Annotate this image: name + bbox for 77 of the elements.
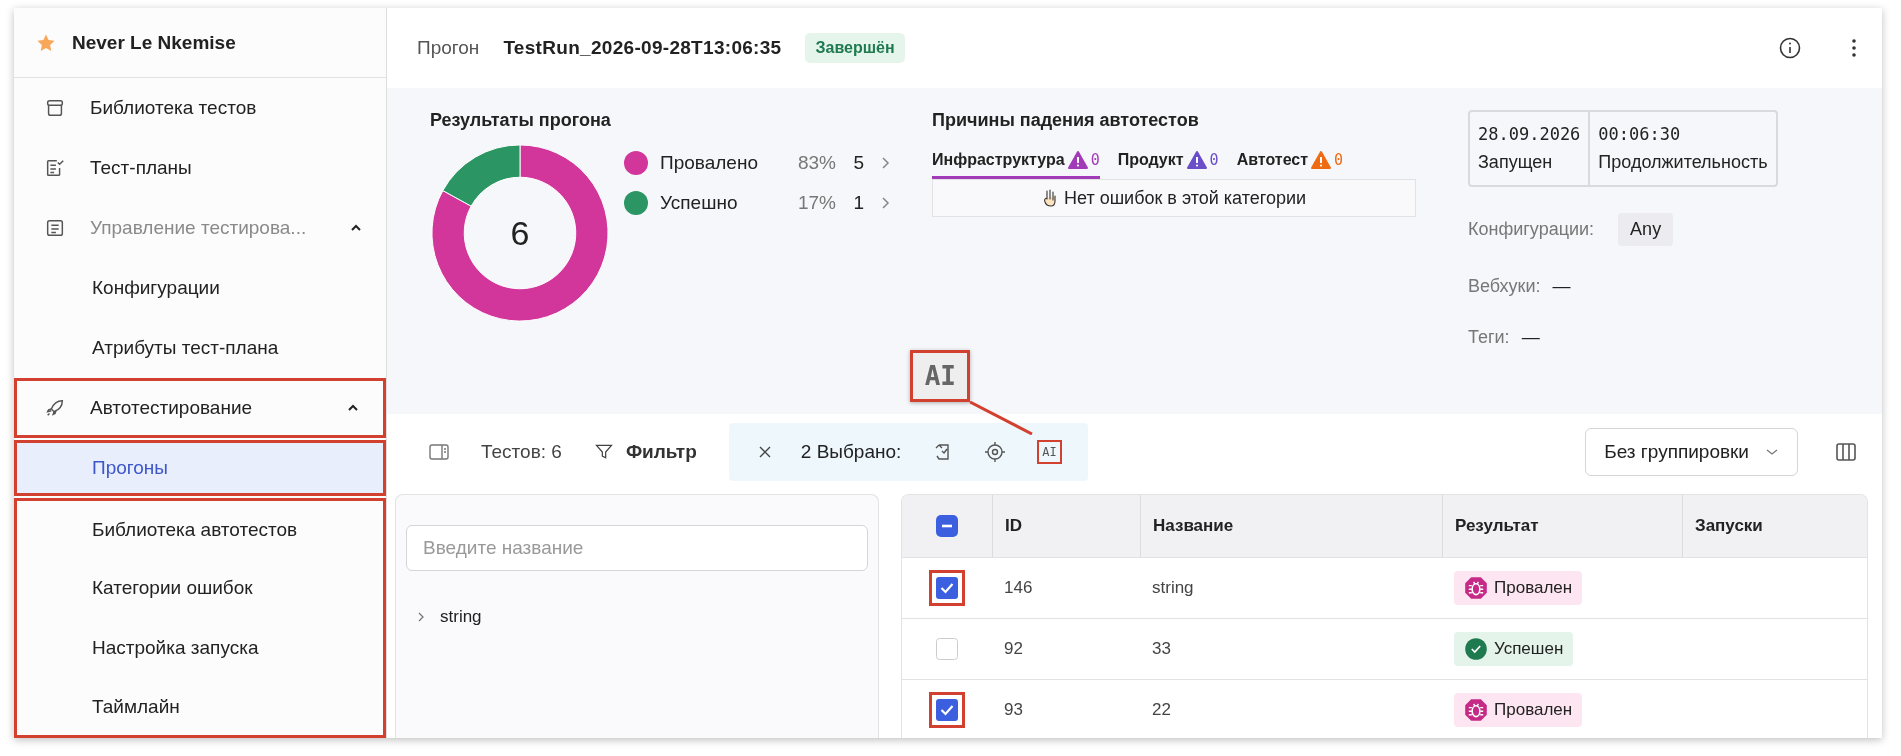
row-checkbox[interactable] <box>929 570 965 606</box>
page-label: Прогон <box>417 37 480 59</box>
nav-item[interactable]: Тест-планы <box>14 138 386 198</box>
warning-icon <box>1311 151 1332 169</box>
document-icon <box>44 217 66 239</box>
field-label: Теги: <box>1468 327 1510 348</box>
nav-subitem[interactable]: Библиотека автотестов <box>14 498 386 558</box>
callout-zoom: AI <box>910 350 971 402</box>
empty-message: Нет ошибок в этой категории <box>1063 187 1307 209</box>
more-icon[interactable] <box>1850 36 1858 60</box>
nav-item[interactable]: Автотестирование <box>14 378 386 438</box>
project-name: Never Le Nkemise <box>72 31 236 54</box>
warning-icon <box>1186 151 1207 169</box>
nav-subitem[interactable]: Настройка запуска <box>14 618 386 678</box>
rocket-icon <box>44 397 66 419</box>
nav-item[interactable]: Библиотека тестов <box>14 78 386 138</box>
chevron-icon <box>416 611 426 623</box>
row-checkbox[interactable] <box>929 692 965 728</box>
table-cell: 22 <box>1152 700 1171 720</box>
result-badge: Провален <box>1454 571 1583 605</box>
status-badge: Завершён <box>805 33 905 63</box>
info-cell-text: 28.09.2026 Запущен <box>1477 123 1582 174</box>
table-cell: 92 <box>1004 639 1023 659</box>
legend-percent: 83% <box>796 152 836 174</box>
cause-tab[interactable]: Продукт 0 <box>1117 151 1219 179</box>
check-circle-icon <box>1464 637 1488 661</box>
field-value: — <box>1552 276 1571 297</box>
info-cell: 00:06:30 Продолжительность <box>1588 112 1776 185</box>
field-label: Вебхуки: <box>1468 276 1541 297</box>
section-title: Результаты прогона <box>430 110 612 131</box>
grouping-dropdown[interactable]: Без группировки <box>1585 428 1798 476</box>
legend-count: 5 <box>852 152 864 174</box>
nav-subitem[interactable]: Конфигурации <box>14 258 386 318</box>
field-label: Конфигурации: <box>1468 219 1595 240</box>
tree-node[interactable]: string <box>406 607 868 627</box>
config-tag: Any <box>1618 213 1674 246</box>
bug-icon <box>1464 576 1488 600</box>
table-cell: string <box>1152 578 1194 598</box>
cause-tab[interactable]: Автотест 0 <box>1236 151 1344 179</box>
table-cell: 93 <box>1004 700 1023 720</box>
section-title: Причины падения автотестов <box>932 110 1200 131</box>
chevron-icon[interactable] <box>880 196 890 210</box>
bug-icon <box>1464 698 1488 722</box>
nav-subitem[interactable]: Прогоны <box>14 440 386 496</box>
chevron-down-icon <box>1765 447 1779 457</box>
archive-icon <box>44 97 66 119</box>
field-value: — <box>1521 327 1540 348</box>
checklist-icon <box>44 157 66 179</box>
run-title: TestRun_2026-09-28T13:06:35 <box>503 37 782 59</box>
legend-label: Успешно <box>660 192 739 214</box>
legend-count: 1 <box>852 192 864 214</box>
nav-subitem[interactable]: Таймлайн <box>14 678 386 738</box>
warning-icon <box>1067 151 1088 169</box>
leader-line <box>969 401 1034 435</box>
column-header[interactable]: Название <box>1140 495 1442 557</box>
total-count: 6 <box>510 213 530 253</box>
legend-label: Провалено <box>660 152 759 174</box>
info-icon[interactable] <box>1778 36 1802 60</box>
column-header[interactable]: ID <box>992 495 1140 557</box>
filter-button[interactable]: Фильтр <box>593 441 697 463</box>
column-header[interactable]: Запуски <box>1682 495 1867 557</box>
header-checkbox[interactable] <box>936 515 958 537</box>
nav-subitem[interactable]: Атрибуты тест-плана <box>14 318 386 378</box>
columns-icon[interactable] <box>1834 440 1858 464</box>
hand-icon <box>1041 188 1058 208</box>
result-badge: Успешен <box>1454 632 1574 666</box>
search-field[interactable]: Введите название <box>406 525 868 571</box>
chevron-icon[interactable] <box>880 156 890 170</box>
legend-percent: 17% <box>796 192 836 214</box>
selection-count: 2 Выбрано: <box>800 441 902 463</box>
ai-button[interactable]: AI <box>1037 440 1062 464</box>
nav-subitem[interactable]: Категории ошибок <box>14 558 386 618</box>
test-count: Тестов: 6 <box>481 441 562 463</box>
column-header[interactable]: Результат <box>1442 495 1682 557</box>
table-cell: 146 <box>1004 578 1033 598</box>
result-badge: Провален <box>1454 693 1583 727</box>
table-cell: 33 <box>1152 639 1171 659</box>
